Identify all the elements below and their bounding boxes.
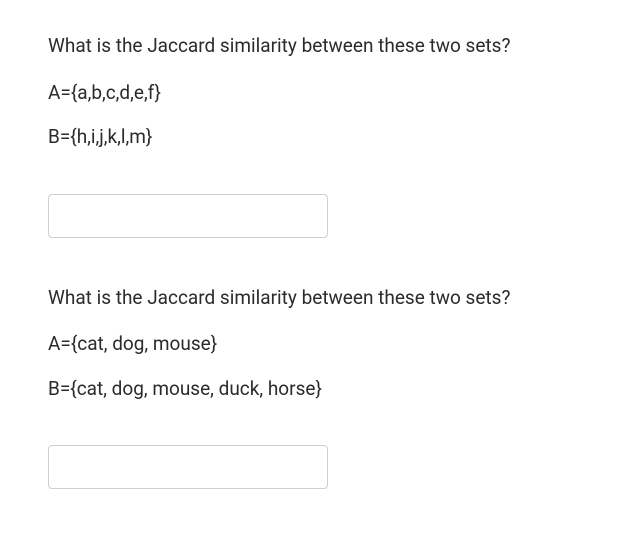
question-block-2: What is the Jaccard similarity between t… xyxy=(48,284,582,490)
set-b-definition: B={cat, dog, mouse, duck, horse} xyxy=(48,375,582,404)
answer-input-1[interactable] xyxy=(48,194,328,238)
question-prompt: What is the Jaccard similarity between t… xyxy=(48,284,582,313)
set-b-definition: B={h,i,j,k,l,m} xyxy=(48,123,582,152)
question-prompt: What is the Jaccard similarity between t… xyxy=(48,32,582,61)
set-a-definition: A={cat, dog, mouse} xyxy=(48,330,582,359)
answer-input-2[interactable] xyxy=(48,445,328,489)
question-block-1: What is the Jaccard similarity between t… xyxy=(48,32,582,238)
set-a-definition: A={a,b,c,d,e,f} xyxy=(48,79,582,108)
